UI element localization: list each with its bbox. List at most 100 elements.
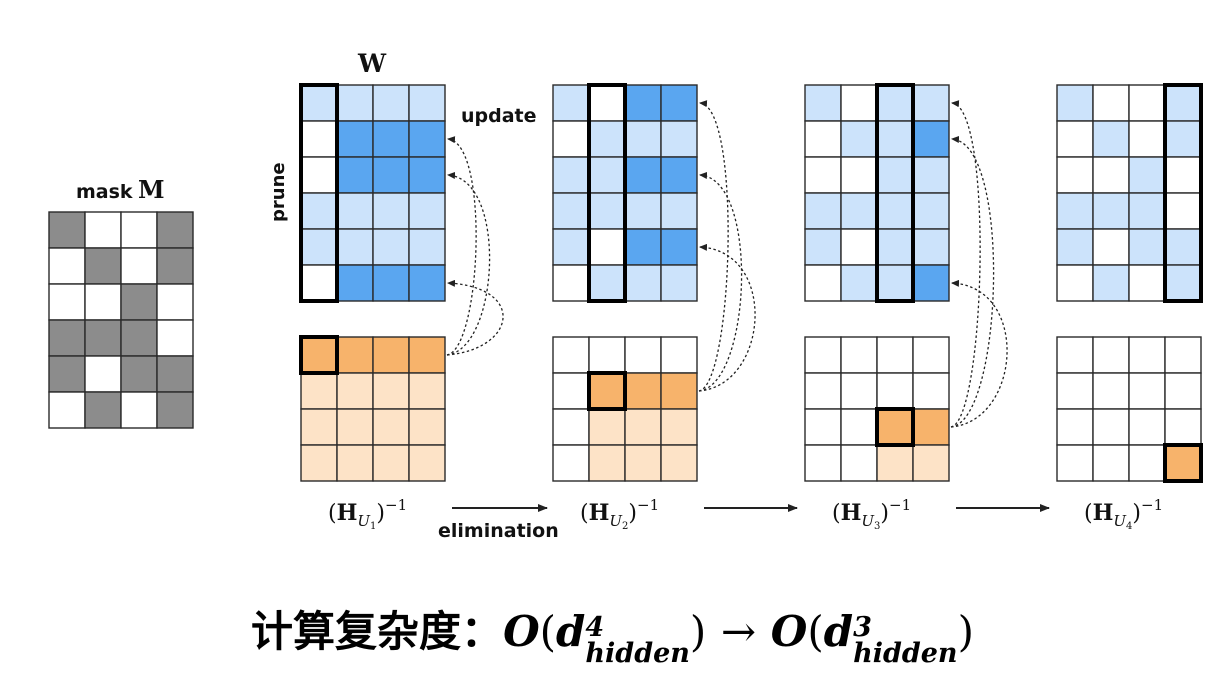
hessian-inverse-matrix-cell — [660, 444, 698, 482]
hessian-inverse-matrix-cell — [588, 336, 626, 374]
weight-matrix-cell — [804, 120, 842, 158]
mask-cell — [156, 247, 194, 285]
weight-matrix-cell — [624, 156, 662, 194]
update-arrow — [698, 100, 729, 392]
hessian-inverse-matrix-cell — [300, 444, 338, 482]
weight-matrix-cell — [588, 192, 626, 230]
hessian-inverse-matrix-cell — [300, 336, 338, 374]
weight-matrix-cell — [804, 156, 842, 194]
mask-cell — [84, 319, 122, 357]
weight-matrix-cell — [588, 120, 626, 158]
weight-matrix-cell — [372, 84, 410, 122]
complexity-formula: 计算复杂度：O(d 4 hidden) → O(d 3 hidden) — [0, 598, 1225, 667]
weights-label: W — [357, 49, 387, 78]
weight-matrix-cell — [660, 264, 698, 302]
mask-cell — [120, 283, 158, 321]
hessian-inverse-matrix-cell — [336, 336, 374, 374]
update-label: update — [461, 105, 537, 127]
hessian-inverse-label: (HU4)−1 — [1084, 496, 1163, 532]
hessian-inverse-matrix-cell — [552, 336, 590, 374]
weight-matrix-cell — [1164, 156, 1202, 194]
update-arrow — [698, 243, 756, 392]
weight-matrix-cell — [1056, 156, 1094, 194]
weight-matrix-cell — [1128, 264, 1166, 302]
weight-matrix-cell — [912, 120, 950, 158]
update-arrow — [950, 279, 1008, 428]
weight-matrix-cell — [1056, 120, 1094, 158]
weight-matrix — [300, 84, 446, 302]
hessian-inverse-matrix-cell — [1128, 372, 1166, 410]
weight-matrix-cell — [840, 228, 878, 266]
hessian-inverse-matrix-cell — [1092, 372, 1130, 410]
step-2 — [552, 83, 698, 482]
weight-matrix-cell — [372, 156, 410, 194]
hessian-inverse-matrix-cell — [1056, 444, 1094, 482]
hessian-inverse-matrix-cell — [552, 408, 590, 446]
weight-matrix-cell — [804, 192, 842, 230]
weight-matrix-cell — [336, 84, 374, 122]
complexity-prefix: 计算复杂度： — [251, 607, 504, 656]
weight-matrix-cell — [1092, 156, 1130, 194]
weight-matrix-cell — [1092, 264, 1130, 302]
weight-matrix — [1056, 84, 1202, 302]
hessian-inverse-matrix-cell — [1092, 408, 1130, 446]
hessian-inverse-matrix-cell — [1056, 372, 1094, 410]
weight-matrix-cell — [912, 264, 950, 302]
mask — [48, 211, 194, 429]
weight-matrix-cell — [408, 228, 446, 266]
hessian-inverse-matrix-cell — [876, 408, 914, 446]
hessian-inverse-matrix-cell — [1164, 444, 1202, 482]
hessian-inverse-matrix-cell — [912, 408, 950, 446]
hessian-inverse-matrix-cell — [552, 372, 590, 410]
hessian-inverse-matrix-cell — [912, 372, 950, 410]
hessian-inverse-matrix-cell — [372, 444, 410, 482]
mask-cell — [120, 391, 158, 429]
weight-matrix-cell — [876, 192, 914, 230]
mask-cell — [48, 283, 86, 321]
hessian-inverse-matrix-cell — [1092, 336, 1130, 374]
weight-matrix-cell — [588, 228, 626, 266]
mask-cell — [156, 319, 194, 357]
weight-matrix-cell — [624, 264, 662, 302]
update-arrow — [446, 136, 477, 356]
slide: mask M W update prune (HU1)−1 (HU2)−1 (HU3… — [0, 0, 1225, 686]
weight-matrix-cell — [804, 264, 842, 302]
weight-matrix-cell — [552, 192, 590, 230]
hessian-inverse-matrix-cell — [408, 408, 446, 446]
weight-matrix-cell — [876, 228, 914, 266]
weight-matrix-cell — [1164, 192, 1202, 230]
mask-cell — [120, 355, 158, 393]
weight-matrix-cell — [1092, 84, 1130, 122]
hessian-inverse-matrix-cell — [840, 372, 878, 410]
weight-matrix-cell — [1092, 192, 1130, 230]
weight-matrix-cell — [1056, 228, 1094, 266]
hessian-inverse-matrix-cell — [372, 372, 410, 410]
weight-matrix-cell — [1056, 192, 1094, 230]
hessian-inverse-matrix-cell — [1056, 408, 1094, 446]
weight-matrix-cell — [300, 228, 338, 266]
weight-matrix-cell — [372, 192, 410, 230]
weight-matrix-cell — [588, 84, 626, 122]
hessian-inverse-matrix-cell — [552, 444, 590, 482]
hessian-inverse-matrix-cell — [336, 444, 374, 482]
weight-matrix-cell — [840, 120, 878, 158]
weight-matrix-cell — [660, 192, 698, 230]
weight-matrix-cell — [804, 228, 842, 266]
mask-cell — [120, 211, 158, 249]
hessian-inverse-matrix-cell — [912, 336, 950, 374]
weight-matrix-cell — [1128, 192, 1166, 230]
hessian-inverse-matrix-cell — [588, 408, 626, 446]
mask-cell — [84, 247, 122, 285]
weight-matrix-cell — [408, 120, 446, 158]
weight-matrix-cell — [372, 120, 410, 158]
hessian-inverse-matrix-cell — [408, 336, 446, 374]
weight-matrix-cell — [1164, 264, 1202, 302]
hessian-inverse-matrix-cell — [300, 408, 338, 446]
hessian-inverse-matrix-cell — [1128, 444, 1166, 482]
hessian-inverse-matrix-cell — [804, 372, 842, 410]
hessian-inverse-matrix-cell — [660, 408, 698, 446]
hessian-inverse-matrix-cell — [876, 336, 914, 374]
weight-matrix-cell — [1128, 156, 1166, 194]
weight-matrix-cell — [912, 192, 950, 230]
hessian-inverse-matrix-cell — [1092, 444, 1130, 482]
